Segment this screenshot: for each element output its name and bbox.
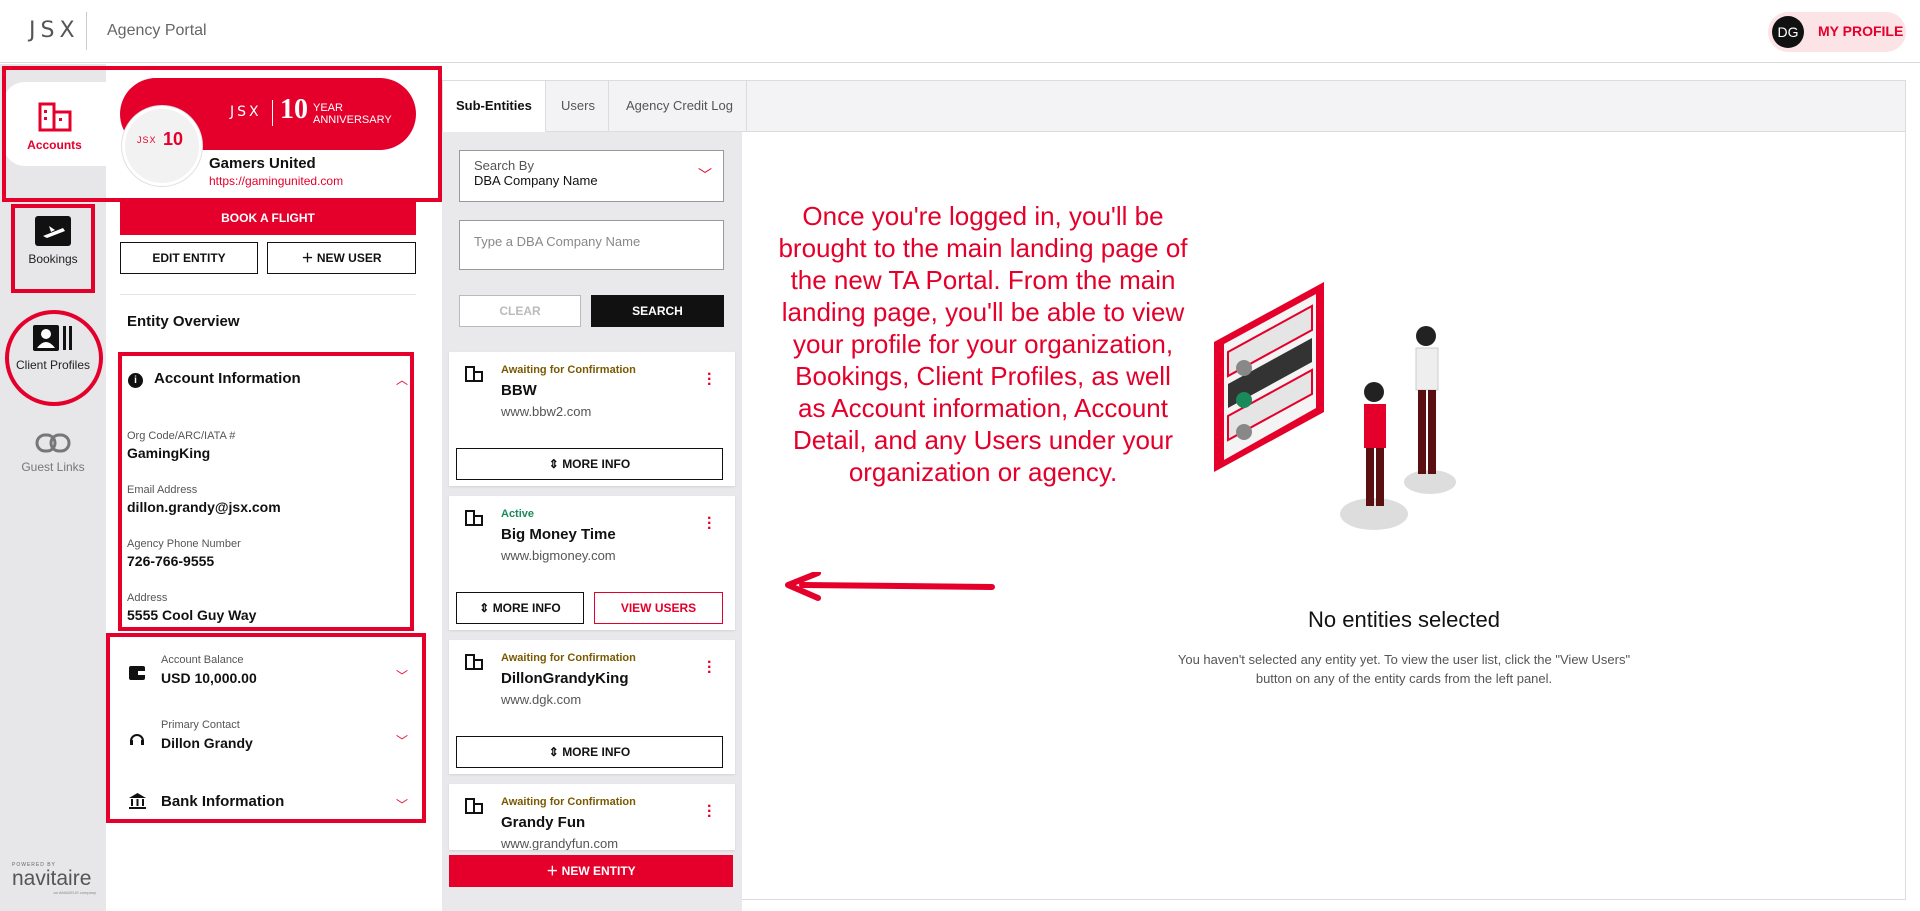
- building-icon: [465, 366, 483, 382]
- tab-bar: Sub-Entities Users Agency Credit Log: [442, 80, 1906, 133]
- app-title: Agency Portal: [107, 22, 207, 39]
- annotation-box-profile: [2, 66, 442, 202]
- expand-icon: ⇕: [548, 745, 563, 759]
- jsx-logo[interactable]: JSX: [29, 18, 80, 43]
- new-user-button[interactable]: ＋ NEW USER: [267, 242, 416, 274]
- entity-name: BBW: [501, 382, 537, 399]
- new-entity-button[interactable]: ＋ NEW ENTITY: [449, 855, 733, 887]
- more-info-button[interactable]: ⇕ MORE INFO: [456, 592, 584, 624]
- empty-state-title: No entities selected: [1308, 607, 1500, 632]
- entity-url: www.grandyfun.com: [501, 836, 619, 850]
- avatar: DG: [1772, 16, 1804, 48]
- my-profile-button[interactable]: DG MY PROFILE: [1768, 12, 1906, 52]
- search-button[interactable]: SEARCH: [591, 295, 724, 327]
- chevron-down-icon: ﹀: [698, 167, 712, 183]
- annotation-box-account-detail: [106, 633, 426, 823]
- annotation-circle-client-profiles: [5, 310, 103, 406]
- status-badge: Awaiting for Confirmation: [501, 364, 636, 376]
- annotation-arrow-icon: [785, 572, 995, 601]
- link-icon: [35, 433, 71, 453]
- entity-name: DillonGrandyKing: [501, 670, 629, 687]
- more-options-icon[interactable]: · · ·: [707, 511, 712, 537]
- status-badge: Active: [501, 508, 535, 520]
- more-info-button[interactable]: ⇕ MORE INFO: [456, 448, 723, 480]
- tab-agency-credit-log[interactable]: Agency Credit Log: [613, 81, 747, 133]
- clear-button[interactable]: CLEAR: [459, 295, 581, 327]
- dba-company-input[interactable]: Type a DBA Company Name: [459, 220, 724, 270]
- building-icon: [465, 510, 483, 526]
- rail-item-guest-links[interactable]: Guest Links: [0, 432, 106, 474]
- tab-users[interactable]: Users: [548, 81, 609, 133]
- top-header: JSX Agency Portal DG MY PROFILE: [0, 0, 1920, 63]
- entity-card: Awaiting for Confirmation BBW www.bbw2.c…: [449, 352, 735, 486]
- book-a-flight-button[interactable]: BOOK A FLIGHT: [120, 201, 416, 235]
- expand-icon: ⇕: [548, 457, 563, 471]
- building-icon: [465, 798, 483, 814]
- navitaire-logo: POWERED BY navitaire an AMADEUS company: [12, 862, 96, 895]
- main-content: Once you're logged in, you'll be brought…: [742, 132, 1906, 900]
- tutorial-annotation: Once you're logged in, you'll be brought…: [778, 201, 1188, 487]
- more-info-button[interactable]: ⇕ MORE INFO: [456, 736, 723, 768]
- entity-name: Big Money Time: [501, 526, 616, 543]
- entity-card: Awaiting for Confirmation Grandy Fun www…: [449, 784, 735, 850]
- more-options-icon[interactable]: · · ·: [707, 655, 712, 681]
- my-profile-label: MY PROFILE: [1818, 23, 1904, 39]
- search-by-select[interactable]: Search By DBA Company Name ﹀: [459, 150, 724, 202]
- more-options-icon[interactable]: · · ·: [707, 799, 712, 825]
- more-options-icon[interactable]: · · ·: [707, 367, 712, 393]
- entity-card: Active Big Money Time www.bigmoney.com ·…: [449, 496, 735, 630]
- building-icon: [465, 654, 483, 670]
- empty-state-description: You haven't selected any entity yet. To …: [1177, 652, 1631, 686]
- logo-divider: [86, 12, 87, 50]
- annotation-box-account-info: [118, 352, 414, 631]
- entity-card: Awaiting for Confirmation DillonGrandyKi…: [449, 640, 735, 774]
- entity-name: Grandy Fun: [501, 814, 586, 831]
- entity-url: www.bbw2.com: [501, 404, 592, 419]
- empty-state-illustration: [1214, 282, 1456, 530]
- plus-icon: ＋: [301, 251, 317, 265]
- tab-sub-entities[interactable]: Sub-Entities: [443, 81, 546, 133]
- status-badge: Awaiting for Confirmation: [501, 796, 636, 808]
- view-users-button[interactable]: VIEW USERS: [594, 592, 723, 624]
- entity-url: www.bigmoney.com: [501, 548, 616, 563]
- entity-overview-title: Entity Overview: [127, 313, 240, 330]
- plus-icon: ＋: [546, 864, 562, 878]
- rail-label-guest-links: Guest Links: [21, 460, 85, 474]
- annotation-box-bookings: [11, 204, 95, 293]
- sub-entities-panel: Search By DBA Company Name ﹀ Type a DBA …: [442, 132, 742, 911]
- edit-entity-button[interactable]: EDIT ENTITY: [120, 242, 258, 274]
- expand-icon: ⇕: [479, 601, 493, 615]
- entity-url: www.dgk.com: [501, 692, 582, 707]
- status-badge: Awaiting for Confirmation: [501, 652, 636, 664]
